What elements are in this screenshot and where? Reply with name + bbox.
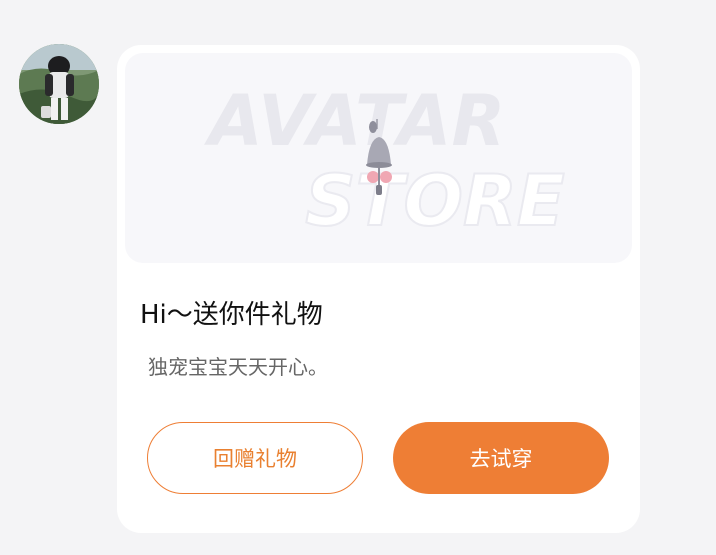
return-gift-label: 回赠礼物 (213, 447, 297, 471)
gift-card: AVATAR STORE Hi～送你件礼物 独宠宝宝天天开心。 回赠礼物 去试穿 (117, 45, 640, 533)
sender-avatar[interactable] (19, 44, 99, 124)
chat-screen: AVATAR STORE Hi～送你件礼物 独宠宝宝天天开心。 回赠礼物 去试穿 (0, 0, 716, 555)
return-gift-button[interactable]: 回赠礼物 (147, 422, 363, 494)
try-on-label: 去试穿 (469, 447, 533, 471)
gift-title: Hi～送你件礼物 (140, 300, 323, 330)
gift-message: 独宠宝宝天天开心。 (148, 355, 328, 379)
avatar-store-banner: AVATAR STORE (125, 53, 632, 263)
watermark-avatar-text: AVATAR (204, 80, 506, 162)
avatar-photo (19, 44, 99, 124)
watermark-store-text: STORE (305, 160, 564, 242)
try-on-button[interactable]: 去试穿 (393, 422, 609, 494)
banner-artwork: AVATAR STORE (204, 80, 566, 243)
